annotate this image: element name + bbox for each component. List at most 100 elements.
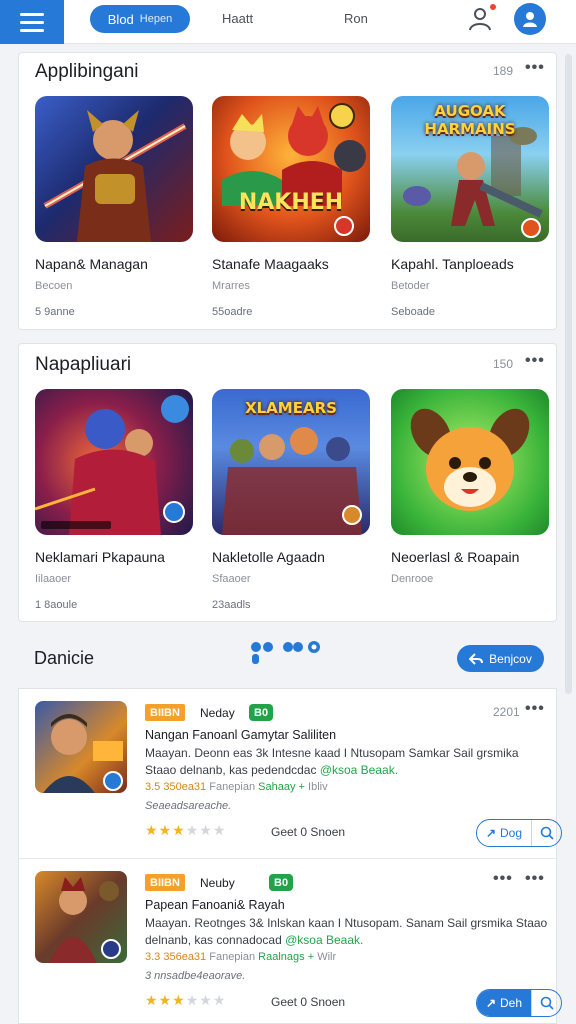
app-publisher: Betoder [391,280,430,292]
app-publisher: Sfaaoer [212,573,251,585]
review-list: BIIBN Neday B0 2201 ••• Nangan Fanoanl G… [18,688,562,1024]
action-label: Dog [500,826,523,840]
item-author: 3 nnsadbe4eaorave. [145,970,246,982]
art-title-text: NAKHEH [238,190,344,215]
section-count: 189 [493,64,514,78]
more-options-icon[interactable]: ••• [525,870,545,888]
loading-dots-icon [251,641,320,664]
item-label: Neday [200,706,235,720]
list-item[interactable]: BIIBN Neday B0 2201 ••• Nangan Fanoanl G… [19,689,562,859]
more-options-icon[interactable]: ••• [525,352,545,370]
item-meta-version: 3.3 356ea31 [145,951,207,963]
item-meta: 3.3 356ea31 Fanepian Raalnags + Wilr [145,951,336,963]
nav-link-ron[interactable]: Ron [344,11,368,26]
star-icon: ★ [199,992,213,1008]
more-options-icon[interactable]: ••• [525,59,545,77]
arrow-icon: ↗ [485,996,497,1010]
reply-button-label: Benjcov [489,651,532,666]
item-description: Maayan. Reotnges 3& Inlskan kaan I Ntuso… [145,915,550,949]
badge-icon [163,501,185,523]
action-label-wrap: ↗ Deh [477,990,531,1016]
search-icon[interactable] [531,820,561,846]
search-icon[interactable] [531,990,561,1016]
item-meta-source: Fanepian [209,781,256,793]
item-title: Papean Fanoani& Rayah [145,898,285,912]
item-meta: 3.5 350ea31 Fanepian Sahaay + Ibliv [145,781,328,793]
notification-dot-icon [488,2,498,12]
pill-sub-label: Hepen [139,13,173,25]
item-description: Maayan. Deonn eas 3k Intesne kaad I Ntus… [145,745,550,779]
section-title: Napapliuari [35,354,132,375]
rating-text: Geet 0 Snoen [271,995,346,1009]
star-icon: ★ [199,822,213,838]
app-publisher: Iilaaoer [35,573,72,585]
section-title: Applibingani [35,61,139,82]
item-action-button[interactable]: ↗ Dog [476,819,562,847]
item-meta-version: 3.5 350ea31 [145,781,207,793]
star-icon: ★ [212,992,227,1008]
app-publisher: Mrarres [212,280,250,292]
star-rating: ★★★★★★ [145,992,226,1009]
app-publisher: Becoen [35,280,73,292]
app-banner [41,521,111,529]
star-icon: ★ [172,822,186,838]
app-tile[interactable]: Neoerlasl & Roapain Denrooe [391,389,549,599]
app-tile[interactable]: Napan& Managan Becoen 5 9anne [35,96,193,318]
apps-section-card: Napapliuari 150 ••• Neklamari Pkapauna I… [18,343,557,622]
item-description-link[interactable]: @ksoa Beaak. [285,933,363,947]
app-name: Neoerlasl & Roapain [391,549,520,565]
menu-icon-line [20,12,44,16]
robot-hero-art-icon [35,389,193,535]
item-description-link[interactable]: @ksoa Beaak. [320,763,398,777]
app-tile[interactable]: NAKHEH Stanafe Maagaaks Mrarres 55oadre [212,96,370,318]
star-icon: ★ [185,992,200,1008]
art-title-text: XLAMEARS [245,399,337,417]
app-size: Seboade [391,306,436,318]
item-tag: BIIBN [145,874,185,891]
reply-button[interactable]: Benjcov [457,645,544,672]
person-icon [523,12,537,27]
app-tile[interactable]: Neklamari Pkapauna Iilaaoer 1 8aoule [35,389,193,611]
art-title-text: AUGOAK HARMAINS [424,102,516,138]
item-action-button[interactable]: ↗ Deh [476,989,562,1017]
app-size: 23aadls [212,599,251,611]
rating-text: Geet 0 Snoen [271,825,346,839]
star-icon: ★ [172,992,186,1008]
item-tag: BIIBN [145,704,185,721]
app-size: 1 8aoule [35,599,78,611]
warrior-art-icon [35,96,193,242]
more-options-icon[interactable]: ••• [493,870,513,888]
star-rating: ★★★★★★ [145,822,226,839]
battle-art-icon: AUGOAK HARMAINS [391,96,549,242]
app-tile[interactable]: XLAMEARS Nakletolle Agaadn Sfaaoer 23aad… [212,389,370,611]
menu-icon-line [20,20,44,24]
star-icon: ★ [145,822,159,838]
scrollbar[interactable] [565,54,572,694]
more-options-icon[interactable]: ••• [525,700,545,718]
action-label: Deh [500,996,523,1010]
menu-icon-line [20,28,44,32]
avatar[interactable] [514,3,546,35]
app-name: Nakletolle Agaadn [212,549,325,565]
hamburger-menu-button[interactable] [0,0,64,44]
app-name: Napan& Managan [35,256,148,272]
item-thumbnail-icon [35,871,127,963]
app-size: 5 9anne [35,306,75,318]
item-level-badge: B0 [269,874,294,891]
item-meta-status: Sahaay + [258,781,305,793]
reply-arrow-icon [469,652,484,665]
arrow-icon: ↗ [485,826,497,840]
heroes-art-icon: NAKHEH [212,96,370,242]
item-count: 2201 [493,705,520,719]
item-title: Nangan Fanoanl Gamytar Saliliten [145,728,337,742]
team-art-icon: XLAMEARS [212,389,370,535]
star-icon: ★ [158,822,173,838]
nav-link-haatt[interactable]: Haatt [222,11,253,26]
primary-pill-button[interactable]: Blod Hepen [90,5,190,33]
app-publisher: Denrooe [391,573,434,585]
app-tile[interactable]: AUGOAK HARMAINS Kapahl. Tanploeads Betod… [391,96,549,318]
star-icon: ★ [158,992,173,1008]
app-name: Stanafe Maagaaks [212,256,329,272]
list-item[interactable]: BIIBN Neuby B0 ••• ••• Papean Fanoani& R… [19,859,562,1024]
top-bar: Blod Hepen Haatt Ron [0,0,576,44]
